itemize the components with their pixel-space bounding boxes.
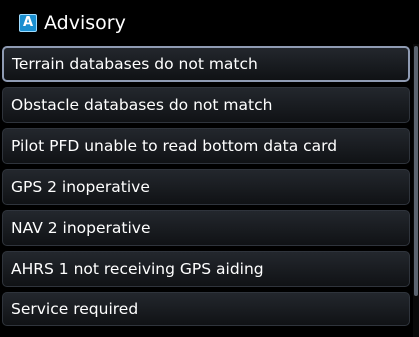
message-text: Obstacle databases do not match: [11, 96, 273, 114]
message-text: Terrain databases do not match: [12, 55, 258, 73]
scrollbar[interactable]: [413, 44, 419, 337]
message-text: Pilot PFD unable to read bottom data car…: [11, 137, 338, 155]
message-row-pilot-pfd[interactable]: Pilot PFD unable to read bottom data car…: [2, 128, 410, 164]
advisory-badge-icon: A: [19, 14, 37, 32]
message-text: GPS 2 inoperative: [11, 178, 150, 196]
message-row-gps-2[interactable]: GPS 2 inoperative: [2, 169, 410, 205]
message-row-ahrs-1[interactable]: AHRS 1 not receiving GPS aiding: [2, 251, 410, 287]
message-text: Service required: [11, 300, 139, 318]
message-row-service-required[interactable]: Service required: [2, 292, 410, 326]
message-row-terrain-databases[interactable]: Terrain databases do not match: [2, 46, 410, 82]
message-text: AHRS 1 not receiving GPS aiding: [11, 260, 264, 278]
message-row-obstacle-databases[interactable]: Obstacle databases do not match: [2, 87, 410, 123]
message-row-nav-2[interactable]: NAV 2 inoperative: [2, 210, 410, 246]
page-title: Advisory: [44, 12, 126, 34]
scrollbar-thumb[interactable]: [414, 46, 418, 296]
message-text: NAV 2 inoperative: [11, 219, 151, 237]
advisory-header: A Advisory: [0, 0, 419, 44]
advisory-panel: A Advisory Terrain databases do not matc…: [0, 0, 419, 337]
